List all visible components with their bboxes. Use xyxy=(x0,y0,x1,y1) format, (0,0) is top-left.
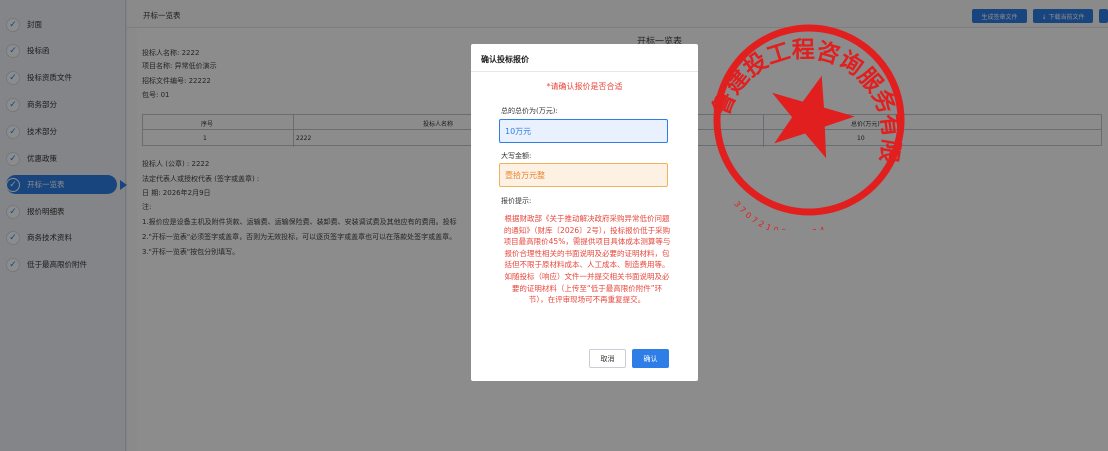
confirm-warning: *请确认报价是否合适 xyxy=(546,82,623,91)
cancel-button[interactable]: 取消 xyxy=(589,349,626,368)
price-tip-text: 根据财政部《关于推动解决政府采购异常低价问题的通知》（财库〔2026〕2号），投… xyxy=(503,214,671,305)
seal-star-icon xyxy=(772,75,855,159)
dialog-title: 确认投标报价 xyxy=(481,55,529,64)
capital-amount-field: 壹拾万元整 xyxy=(499,163,668,187)
total-price-label: 总的总价为(万元): xyxy=(501,107,558,115)
company-seal: 山东鲁建投工程咨询服务有限公司 3707210021984 xyxy=(700,0,908,230)
capital-amount-label: 大写金额: xyxy=(501,152,532,160)
confirm-button[interactable]: 确认 xyxy=(632,349,669,368)
confirm-price-dialog: 确认投标报价 *请确认报价是否合适 总的总价为(万元): 10万元 大写金额: … xyxy=(471,44,698,381)
price-tip-label: 报价提示: xyxy=(501,197,532,205)
dialog-divider xyxy=(471,71,698,72)
total-price-field: 10万元 xyxy=(499,119,668,143)
